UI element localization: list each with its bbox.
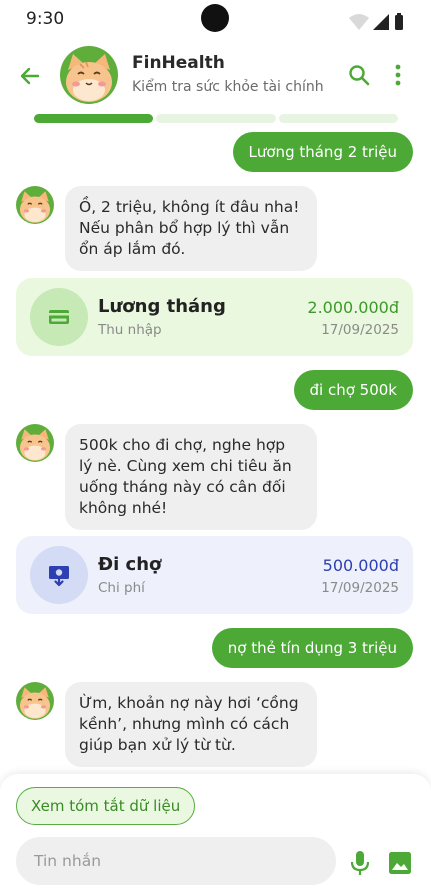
- more-vert-icon: [395, 64, 401, 86]
- bot-avatar: [16, 424, 54, 462]
- status-time: 9:30: [26, 9, 65, 29]
- bot-avatar: [16, 682, 54, 720]
- credit-card-icon: [49, 310, 69, 324]
- transaction-title: Đi chợ: [98, 554, 162, 575]
- chat-title: FinHealth: [132, 53, 225, 73]
- bot-message: 500k cho đi chợ, nghe hợp lý nè. Cùng xe…: [65, 424, 317, 530]
- progress-segment-1: [34, 114, 154, 123]
- card-icon-wrap: [30, 288, 88, 346]
- bot-avatar-large: [60, 46, 118, 104]
- progress-segment-2: [156, 114, 276, 123]
- transaction-date: 17/09/2025: [321, 580, 399, 596]
- mic-button[interactable]: [346, 849, 374, 877]
- cash-download-icon: [49, 566, 69, 587]
- chat-subtitle: Kiểm tra sức khỏe tài chính: [132, 79, 324, 95]
- search-icon: [349, 65, 370, 86]
- bot-avatar: [16, 186, 54, 224]
- transaction-date: 17/09/2025: [321, 322, 399, 338]
- status-icons: [349, 13, 403, 30]
- transaction-card-income[interactable]: Lương tháng Thu nhập 2.000.000đ 17/09/20…: [16, 278, 413, 356]
- cat-mascot-icon: [19, 191, 51, 223]
- user-message: đi chợ 500k: [293, 370, 413, 410]
- summary-chip-button[interactable]: Xem tóm tắt dữ liệu: [16, 787, 196, 825]
- user-message: Lương tháng 2 triệu: [232, 132, 413, 172]
- message-input[interactable]: [16, 837, 336, 885]
- user-message: nợ thẻ tín dụng 3 triệu: [211, 628, 413, 668]
- progress-indicator: [34, 114, 398, 123]
- composer-panel: Xem tóm tắt dữ liệu: [0, 774, 431, 893]
- bot-message: Ừm, khoản nợ này hơi ‘cồng kềnh’, nhưng …: [65, 682, 317, 767]
- signal-icon: [373, 14, 389, 30]
- chat-header: FinHealth Kiểm tra sức khỏe tài chính: [0, 40, 431, 112]
- battery-icon: [395, 15, 403, 30]
- cat-mascot-icon: [19, 687, 51, 719]
- transaction-title: Lương tháng: [98, 296, 226, 317]
- transaction-category: Thu nhập: [98, 322, 162, 338]
- more-options-button[interactable]: [386, 60, 410, 90]
- wifi-icon: [349, 14, 369, 30]
- back-button[interactable]: [14, 60, 46, 92]
- bot-message: Ồ, 2 triệu, không ít đâu nha! Nếu phân b…: [65, 186, 317, 271]
- progress-segment-3: [278, 114, 398, 123]
- arrow-back-icon: [20, 67, 40, 85]
- cat-mascot-icon: [19, 429, 51, 461]
- status-bar: 9:30: [0, 0, 431, 40]
- image-icon: [389, 852, 411, 874]
- mic-icon: [350, 851, 370, 875]
- card-icon-wrap: [30, 546, 88, 604]
- transaction-amount: 500.000đ: [322, 556, 399, 575]
- transaction-card-expense[interactable]: Đi chợ Chi phí 500.000đ 17/09/2025: [16, 536, 413, 614]
- cat-mascot-icon: [66, 54, 112, 102]
- transaction-category: Chi phí: [98, 580, 145, 596]
- image-button[interactable]: [386, 849, 414, 877]
- transaction-amount: 2.000.000đ: [307, 298, 399, 317]
- search-button[interactable]: [344, 60, 374, 90]
- camera-cutout: [201, 4, 229, 32]
